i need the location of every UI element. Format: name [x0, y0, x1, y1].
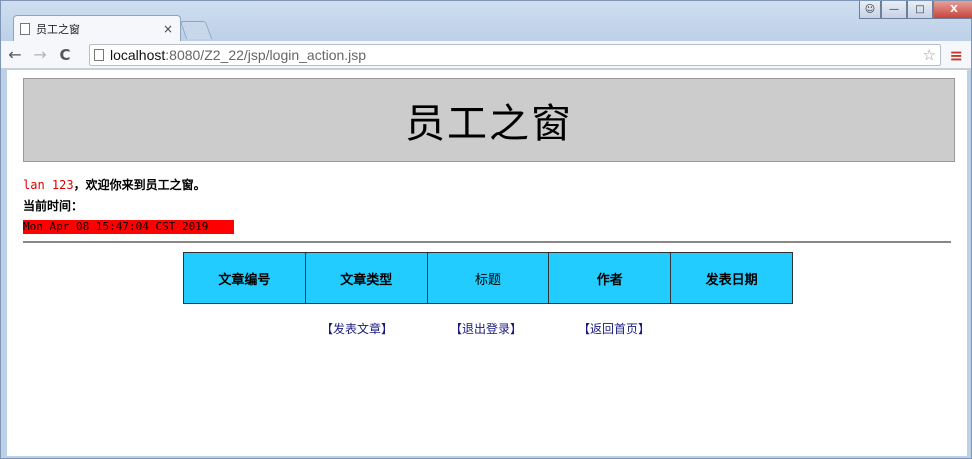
- address-bar[interactable]: localhost:8080/Z2_22/jsp/login_action.js…: [89, 44, 941, 66]
- browser-toolbar: ← → C localhost:8080/Z2_22/jsp/login_act…: [1, 41, 971, 69]
- maximize-button[interactable]: □: [907, 1, 933, 19]
- page-header: 员工之窗: [23, 78, 955, 162]
- forward-arrow-icon[interactable]: →: [29, 44, 51, 66]
- page-icon: [94, 49, 104, 61]
- welcome-user: lan 123: [23, 178, 74, 192]
- url-text: localhost:8080/Z2_22/jsp/login_action.js…: [110, 47, 367, 63]
- welcome-message: ，欢迎你来到员工之窗。: [73, 178, 206, 192]
- column-header: 文章类型: [304, 252, 428, 304]
- divider: [23, 241, 951, 243]
- browser-tab[interactable]: 员工之窗 ×: [13, 15, 181, 41]
- column-header: 发表日期: [670, 252, 793, 304]
- column-header: 作者: [548, 252, 672, 304]
- time-value: Mon Apr 08 15:47:04 CST 2019: [23, 220, 234, 234]
- page-viewport: 员工之窗 lan 123，欢迎你来到员工之窗。 当前时间： Mon Apr 08…: [7, 70, 967, 456]
- column-header: 标题: [426, 252, 550, 304]
- page-title: 员工之窗: [405, 101, 573, 147]
- time-label: 当前时间：: [23, 199, 84, 213]
- star-icon[interactable]: ☆: [923, 46, 936, 64]
- menu-icon[interactable]: ≡: [950, 46, 963, 65]
- browser-window: 员工之窗 × ☺ — □ X ← → C localhost:8080/Z2_2…: [0, 0, 972, 459]
- back-arrow-icon[interactable]: ←: [4, 44, 26, 66]
- close-icon[interactable]: ×: [162, 22, 174, 36]
- window-controls: ☺ — □ X: [859, 1, 972, 19]
- welcome-line: lan 123，欢迎你来到员工之窗。: [23, 176, 206, 193]
- new-tab-button[interactable]: [179, 21, 213, 39]
- home-link[interactable]: 【返回首页】: [578, 320, 650, 337]
- user-icon[interactable]: ☺: [859, 1, 881, 19]
- publish-article-link[interactable]: 【发表文章】: [321, 320, 393, 337]
- minimize-button[interactable]: —: [881, 1, 907, 19]
- table-header-row: 文章编号 文章类型 标题 作者 发表日期: [183, 252, 793, 304]
- logout-link[interactable]: 【退出登录】: [450, 320, 522, 337]
- article-table: 文章编号 文章类型 标题 作者 发表日期: [183, 252, 793, 304]
- window-close-button[interactable]: X: [933, 1, 972, 19]
- reload-icon[interactable]: C: [54, 44, 76, 66]
- tab-title: 员工之窗: [36, 22, 80, 36]
- column-header: 文章编号: [183, 252, 306, 304]
- title-bar: 员工之窗 × ☺ — □ X: [1, 1, 972, 41]
- page-icon: [20, 22, 30, 35]
